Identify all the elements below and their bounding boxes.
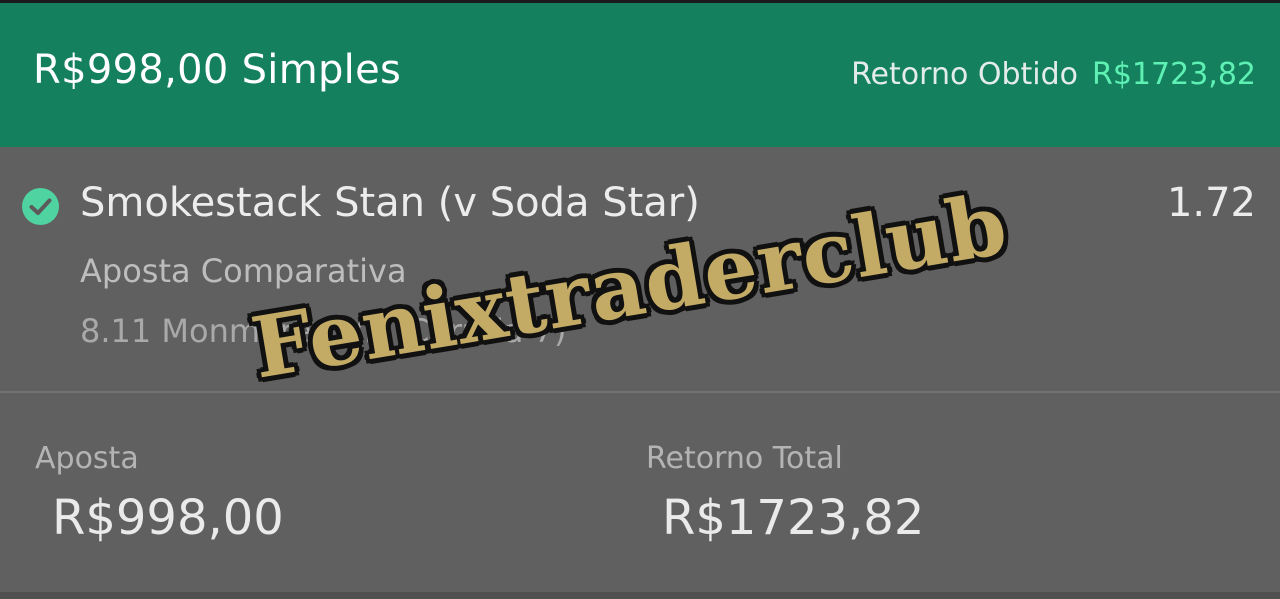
- bet-receipt: R$998,00 Simples Retorno Obtido R$1723,82…: [0, 0, 1280, 599]
- selection-name: Smokestack Stan (v Soda Star): [80, 180, 700, 226]
- stake-value: R$998,00: [52, 490, 284, 546]
- selection-odds: 1.72: [1166, 180, 1256, 226]
- bet-header[interactable]: R$998,00 Simples Retorno Obtido R$1723,82: [0, 0, 1280, 147]
- total-return-label: Retorno Total: [646, 441, 843, 476]
- bottom-divider: [0, 592, 1280, 599]
- stake-label: Aposta: [35, 441, 139, 476]
- return-obtained-label: Retorno Obtido: [851, 57, 1078, 92]
- bet-title: R$998,00 Simples: [33, 47, 402, 93]
- divider: [0, 391, 1280, 393]
- total-return-value: R$1723,82: [662, 490, 925, 546]
- return-obtained: Retorno Obtido R$1723,82: [851, 57, 1256, 92]
- return-obtained-value: R$1723,82: [1092, 57, 1256, 92]
- check-circle-icon: [22, 188, 59, 225]
